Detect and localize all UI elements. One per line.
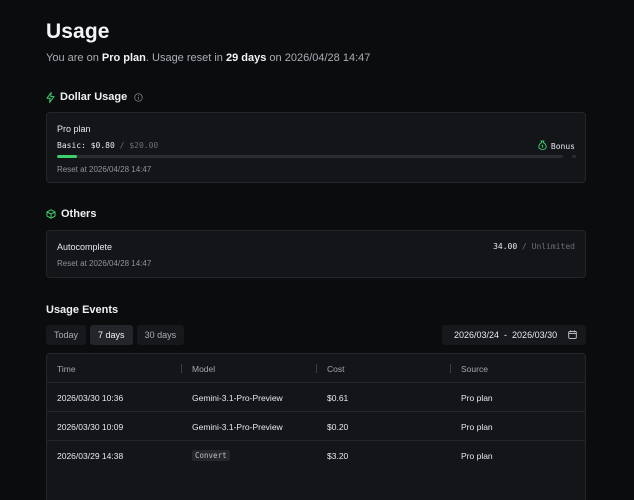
tab-today[interactable]: Today (46, 325, 87, 345)
summary-prefix: You are on (46, 52, 102, 64)
column-header-source[interactable]: Source (461, 354, 488, 383)
page-title: Usage (46, 20, 110, 43)
cell-time: 2026/03/29 14:38 (57, 450, 124, 461)
basic-slash: / (119, 141, 125, 150)
basic-limit: $20.00 (129, 141, 159, 150)
usage-progress-bar (57, 155, 563, 158)
bonus-label: Bonus (550, 141, 575, 151)
summary-mid: . Usage reset in (145, 52, 226, 64)
table-row[interactable]: 2026/03/29 14:38 Convert $3.20 Pro plan (47, 441, 585, 470)
column-header-time[interactable]: Time (57, 354, 76, 383)
dollar-reset-text: Reset at 2026/04/28 14:47 (57, 165, 152, 174)
date-range-picker[interactable]: 2026/03/24 - 2026/03/30 (442, 325, 586, 345)
usage-events-table: Time Model Cost Source 2026/03/30 10:36 … (46, 353, 586, 500)
table-row[interactable]: 2026/03/30 10:36 Gemini-3.1-Pro-Preview … (47, 383, 585, 412)
cell-source: Pro plan (461, 392, 493, 403)
tab-7-days[interactable]: 7 days (90, 325, 133, 345)
autocomplete-used: 34.00 (493, 242, 518, 251)
column-divider (181, 364, 182, 373)
autocomplete-usage: 34.00 / Unlimited (493, 242, 575, 251)
summary-plan: Pro plan (101, 52, 146, 64)
cell-source: Pro plan (461, 450, 493, 461)
date-separator: - (504, 330, 508, 340)
calendar-icon (562, 329, 577, 341)
cell-cost: $0.61 (327, 392, 349, 403)
basic-used: $0.80 (90, 141, 115, 150)
others-heading: Others (46, 208, 96, 220)
info-icon[interactable] (134, 92, 143, 102)
others-title: Others (61, 208, 97, 220)
column-header-cost[interactable]: Cost (327, 354, 344, 383)
bonus-progress-bar (572, 155, 576, 158)
lightning-icon (46, 91, 55, 103)
cell-model: Convert (192, 441, 230, 470)
summary-days: 29 days (225, 52, 267, 64)
summary-on: on (266, 52, 285, 64)
cell-source: Pro plan (461, 421, 493, 432)
column-divider (316, 364, 317, 373)
table-header: Time Model Cost Source (47, 354, 585, 383)
usage-progress-fill (57, 155, 78, 158)
tab-30-days[interactable]: 30 days (136, 325, 185, 345)
cell-model: Gemini-3.1-Pro-Preview (192, 421, 283, 432)
bonus-indicator[interactable]: Bonus (538, 140, 575, 152)
column-header-model[interactable]: Model (192, 354, 215, 383)
usage-events-heading: Usage Events (46, 304, 118, 316)
others-card: Autocomplete 34.00 / Unlimited Reset at … (46, 230, 586, 278)
table-row[interactable]: 2026/03/30 10:09 Gemini-3.1-Pro-Preview … (47, 412, 585, 441)
cell-cost: $3.20 (327, 450, 349, 461)
date-start: 2026/03/24 (454, 330, 500, 340)
autocomplete-slash: / (521, 242, 527, 251)
plan-summary: You are on Pro plan. Usage reset in 29 d… (46, 52, 370, 64)
plan-name: Pro plan (57, 124, 91, 134)
summary-reset-date: 2026/04/28 14:47 (284, 52, 371, 64)
cell-cost: $0.20 (327, 421, 349, 432)
dollar-usage-heading: Dollar Usage (46, 91, 143, 103)
money-bag-icon (538, 140, 547, 152)
model-chip: Convert (192, 450, 230, 461)
autocomplete-label: Autocomplete (57, 242, 113, 252)
cell-time: 2026/03/30 10:09 (57, 421, 124, 432)
dollar-usage-title: Dollar Usage (60, 91, 128, 103)
basic-usage: Basic: $0.80 / $20.00 (57, 141, 158, 150)
usage-page: Usage You are on Pro plan. Usage reset i… (0, 0, 634, 500)
others-reset-text: Reset at 2026/04/28 14:47 (57, 259, 152, 268)
autocomplete-limit: Unlimited (531, 242, 575, 251)
cell-time: 2026/03/30 10:36 (57, 392, 124, 403)
dollar-usage-card: Pro plan Basic: $0.80 / $20.00 Bonus Res… (46, 112, 586, 183)
cell-model: Gemini-3.1-Pro-Preview (192, 392, 283, 403)
basic-label: Basic: (57, 141, 86, 150)
cube-icon (46, 209, 56, 219)
date-end: 2026/03/30 (512, 330, 558, 340)
usage-events-title: Usage Events (46, 304, 119, 316)
range-tabs: Today 7 days 30 days (46, 325, 185, 345)
column-divider (450, 364, 451, 373)
